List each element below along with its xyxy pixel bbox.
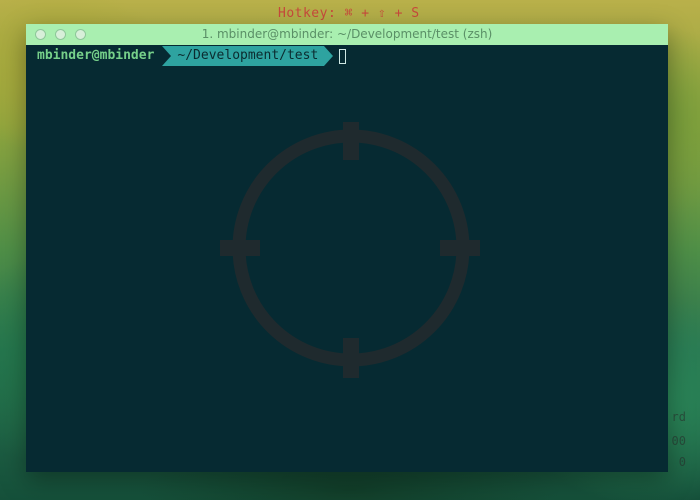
- crosshair-tick-top: [343, 122, 359, 160]
- crosshair-tick-bottom: [343, 338, 359, 378]
- crosshair-icon: [220, 122, 480, 378]
- crosshair-tick-right: [440, 240, 480, 256]
- crosshair-ring: [232, 129, 470, 367]
- crosshair-tick-left: [220, 240, 260, 256]
